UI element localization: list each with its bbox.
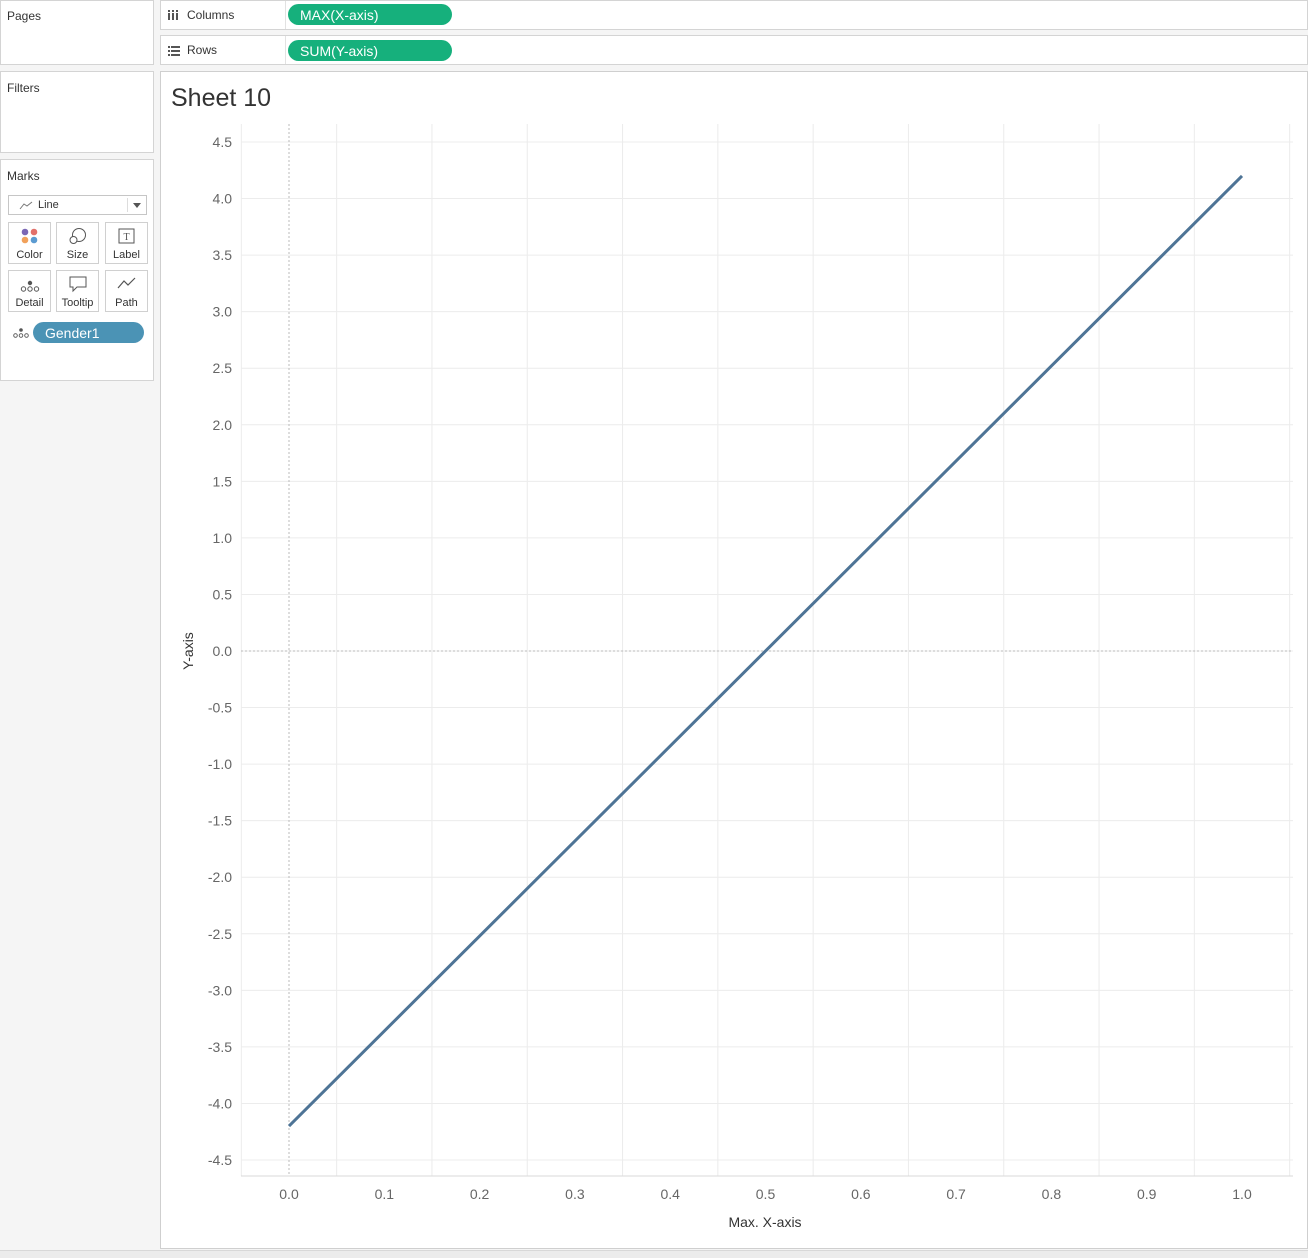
y-tick-label: 4.5 <box>213 134 233 150</box>
path-label: Path <box>115 297 138 309</box>
x-tick-label: 0.9 <box>1137 1186 1157 1202</box>
y-tick-label: 2.0 <box>213 417 233 433</box>
filters-title: Filters <box>7 81 40 95</box>
path-icon <box>117 277 136 289</box>
rows-shelf[interactable]: Rows SUM(Y-axis) <box>160 35 1308 65</box>
detail-icon <box>20 280 40 292</box>
mark-type-dropdown[interactable]: Line <box>8 195 147 215</box>
y-tick-label: 1.5 <box>213 473 233 489</box>
gender1-pill[interactable]: Gender1 <box>33 322 144 343</box>
y-tick-label: 3.5 <box>213 247 233 263</box>
color-label: Color <box>16 249 43 261</box>
size-button[interactable]: Size <box>56 222 99 264</box>
rows-shelf-label: Rows <box>161 36 286 64</box>
x-axis-title: Max. X-axis <box>728 1214 801 1230</box>
columns-shelf[interactable]: Columns MAX(X-axis) <box>160 0 1308 30</box>
tooltip-icon <box>69 276 87 293</box>
svg-text:T: T <box>123 232 129 243</box>
pages-panel[interactable]: Pages <box>0 0 154 65</box>
x-tick-label: 0.2 <box>470 1186 490 1202</box>
path-button[interactable]: Path <box>105 270 148 312</box>
columns-label-text: Columns <box>187 8 235 22</box>
x-tick-label: 0.3 <box>565 1186 585 1202</box>
rows-pill-sum-y[interactable]: SUM(Y-axis) <box>288 40 452 61</box>
y-tick-label: 4.0 <box>213 191 233 207</box>
x-tick-label: 0.5 <box>756 1186 776 1202</box>
label-button[interactable]: T Label <box>105 222 148 264</box>
tooltip-button[interactable]: Tooltip <box>56 270 99 312</box>
chevron-down-icon <box>133 203 141 208</box>
filters-panel[interactable]: Filters <box>0 71 154 153</box>
size-icon <box>69 228 86 244</box>
y-tick-label: -3.0 <box>208 982 232 998</box>
x-tick-label: 0.1 <box>375 1186 395 1202</box>
marks-title: Marks <box>7 169 40 183</box>
x-tick-label: 0.8 <box>1042 1186 1062 1202</box>
x-tick-label: 0.0 <box>279 1186 299 1202</box>
label-icon: T <box>118 228 135 244</box>
x-tick-label: 1.0 <box>1232 1186 1252 1202</box>
color-icon <box>21 228 38 244</box>
x-tick-label: 0.4 <box>660 1186 680 1202</box>
y-tick-label: 3.0 <box>213 304 233 320</box>
y-tick-label: 0.0 <box>213 643 233 659</box>
columns-shelf-label: Columns <box>161 1 286 29</box>
line-mark-icon <box>19 201 33 209</box>
y-axis-title: Y-axis <box>180 632 196 670</box>
y-tick-label: -0.5 <box>208 700 232 716</box>
line-chart[interactable]: 4.5 4.0 3.5 3.0 2.5 2.0 1.5 1.0 0.5 0.0 -0.5 -1.0 -1… <box>161 72 1307 1248</box>
y-tick-label: -2.5 <box>208 926 232 942</box>
y-tick-label: -4.0 <box>208 1095 232 1111</box>
x-tick-label: 0.6 <box>851 1186 871 1202</box>
sheet-view[interactable]: Sheet 10 4.5 4.0 3.5 3.0 2.5 2.0 1.5 1.0 0.5 0.0-… <box>160 71 1308 1249</box>
y-tick-label: -1.5 <box>208 813 232 829</box>
color-button[interactable]: Color <box>8 222 51 264</box>
marks-panel: Marks Line Color Size T Label Detail Too… <box>0 159 154 381</box>
rows-icon <box>168 46 180 56</box>
y-tick-label: -3.5 <box>208 1039 232 1055</box>
label-label: Label <box>113 249 140 261</box>
y-tick-label: -2.0 <box>208 869 232 885</box>
y-tick-label: 1.0 <box>213 530 233 546</box>
y-tick-label: -4.5 <box>208 1152 232 1168</box>
x-tick-label: 0.7 <box>946 1186 966 1202</box>
tooltip-label: Tooltip <box>61 297 94 309</box>
rows-label-text: Rows <box>187 43 218 57</box>
columns-icon <box>168 10 178 20</box>
detail-button[interactable]: Detail <box>8 270 51 312</box>
detail-small-icon <box>13 328 29 338</box>
dropdown-separator <box>127 198 128 212</box>
y-tick-label: 2.5 <box>213 360 233 376</box>
y-tick-label: -1.0 <box>208 756 232 772</box>
y-tick-label: 0.5 <box>213 586 233 602</box>
columns-pill-max-x[interactable]: MAX(X-axis) <box>288 4 452 25</box>
mark-type-value: Line <box>38 199 59 211</box>
pages-title: Pages <box>7 9 42 23</box>
size-label: Size <box>66 249 89 261</box>
detail-label: Detail <box>15 297 44 309</box>
